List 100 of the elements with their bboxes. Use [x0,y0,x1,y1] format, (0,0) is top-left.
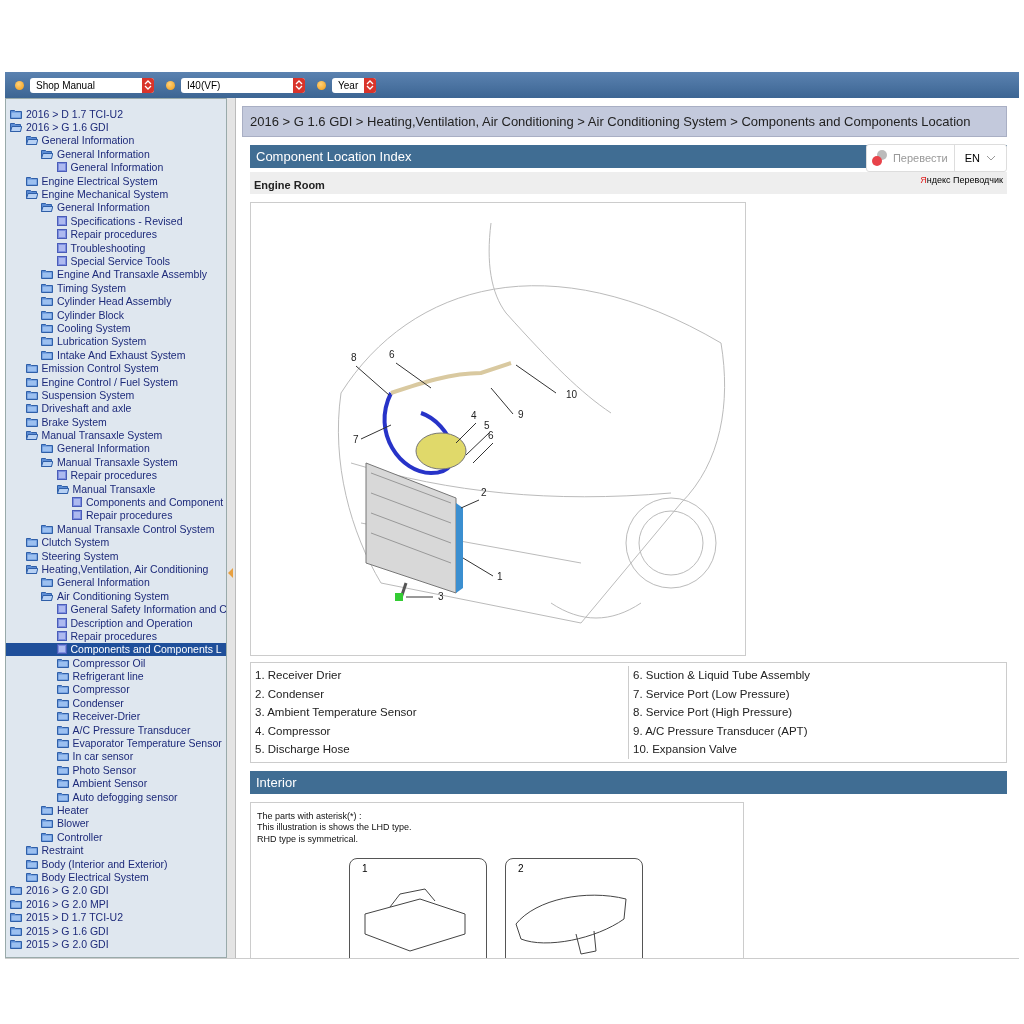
tree-item[interactable]: Special Service Tools [6,254,226,268]
tree-item[interactable]: Suspension System [6,388,226,402]
tree-item[interactable]: General Information [6,575,226,590]
collapse-handle-icon[interactable] [228,568,233,578]
tree-item[interactable]: Condenser [6,696,226,710]
folder-icon [25,537,38,548]
callout-number: 8 [351,352,357,363]
tree-item[interactable]: Photo Sensor [6,763,226,777]
dropdown[interactable]: Year [332,77,376,93]
legend-item: 5. Discharge Hose [255,742,351,757]
folder-icon [10,912,22,923]
tree-item[interactable]: General Information [6,441,226,456]
tree-item[interactable]: Description and Operation [6,615,226,630]
tree-item[interactable]: Auto defogging sensor [6,789,226,804]
dropdown[interactable]: I40(VF) [181,77,305,93]
callout-number: 9 [518,409,524,420]
tree-item[interactable]: Emission Control System [6,361,226,375]
tree-item[interactable]: Cylinder Block [6,307,226,322]
dot-icon [15,80,24,90]
dropdown[interactable]: Shop Manual [30,77,154,93]
tree-item[interactable]: Repair procedures [6,227,226,241]
open-folder-icon [25,135,38,146]
tree-item[interactable]: Manual Transaxle System [6,455,226,469]
tree-item[interactable]: Manual Transaxle [6,481,226,496]
tree-item[interactable]: Components and Components L [6,642,226,656]
tree-item[interactable]: Cooling System [6,321,226,335]
tree-item[interactable]: General Information [6,160,226,174]
document-icon [56,470,67,481]
tree-item[interactable]: In car sensor [6,749,226,764]
tree-item[interactable]: Engine And Transaxle Assembly [6,267,226,282]
tree-item[interactable]: General Information [6,147,226,161]
tree-item[interactable]: Clutch System [6,535,226,549]
tree-item[interactable]: Repair procedures [6,508,226,523]
tree-item[interactable]: Blower [6,816,226,831]
tree-item[interactable]: Troubleshooting [6,240,226,255]
tree-item[interactable]: Restraint [6,843,226,857]
document-icon [56,617,67,628]
tree-item[interactable]: Receiver-Drier [6,709,226,723]
tree-item[interactable]: 2016 > G 2.0 MPI [6,897,226,911]
leader-line [472,442,494,464]
tree-item[interactable]: Ambient Sensor [6,776,226,790]
folder-icon [41,577,53,588]
folder-icon [56,684,69,695]
tree-item[interactable]: Controller [6,830,226,844]
folder-icon [56,671,69,682]
tree-item[interactable]: 2016 > G 2.0 GDI [6,883,226,898]
dropdown-arrows-icon [364,77,376,93]
tree-item[interactable]: Compressor [6,682,226,697]
legend-item: 10. Expansion Valve [633,742,738,757]
dot-icon [317,80,326,90]
tree-item[interactable]: Steering System [6,548,226,563]
tree-item[interactable]: 2016 > D 1.7 TCI-U2 [6,107,226,121]
tree-item[interactable]: Repair procedures [6,629,226,643]
dropdown-arrows-icon [293,77,305,93]
tree-item[interactable]: Engine Electrical System [6,173,226,188]
leader-line [462,557,494,577]
tree-item[interactable]: Heater [6,803,226,817]
tree-item[interactable]: 2015 > G 2.0 GDI [6,937,226,951]
tree-item[interactable]: Manual Transaxle Control System [6,522,226,536]
tree-item[interactable]: Manual Transaxle System [6,428,226,442]
document-icon [56,644,67,655]
leader-line [455,422,477,444]
tree-item[interactable]: Evaporator Temperature Sensor [6,736,226,750]
tree-item[interactable]: Engine Mechanical System [6,187,226,201]
folder-icon [25,376,38,387]
tree-item[interactable]: General Information [6,200,226,215]
tree-item[interactable]: Body (Interior and Exterior) [6,856,226,871]
tree-item[interactable]: 2016 > G 1.6 GDI [6,120,226,134]
tree-item[interactable]: Air Conditioning System [6,589,226,603]
tree-item[interactable]: General Safety Information and C [6,602,226,616]
tree-item[interactable]: Heating,Ventilation, Air Conditioning [6,562,226,576]
folder-icon [41,309,53,320]
folder-icon [56,724,69,735]
tree-item[interactable]: Body Electrical System [6,870,226,884]
language-dropdown[interactable]: EN [958,151,1002,165]
tree-item[interactable]: Compressor Oil [6,656,226,670]
tree-item[interactable]: Refrigerant line [6,669,226,683]
tree-item[interactable]: Timing System [6,281,226,295]
callout-number: 1 [362,862,368,874]
tree-item[interactable]: Engine Control / Fuel System [6,374,226,389]
tree-item[interactable]: Specifications - Revised [6,214,226,228]
tree-item[interactable]: Intake And Exhaust System [6,348,226,362]
folder-icon [41,322,53,333]
tree-item[interactable]: Driveshaft and axle [6,401,226,415]
leader-line [465,432,490,456]
folder-icon [41,282,53,293]
tree-item[interactable]: A/C Pressure Transducer [6,722,226,737]
tree-item[interactable]: Lubrication System [6,334,226,349]
tree-item[interactable]: 2015 > G 1.6 GDI [6,923,226,938]
folder-icon [41,296,53,307]
tree-item[interactable]: Brake System [6,415,226,429]
legend-item: 8. Service Port (High Pressure) [633,705,794,720]
tree-item[interactable]: 2015 > D 1.7 TCI-U2 [6,910,226,924]
callout-number: 10 [566,389,578,400]
tree-item[interactable]: Components and Component [6,495,226,509]
tree-item[interactable]: General Information [6,133,226,148]
callout-number: 6 [488,430,494,441]
tree-item[interactable]: Repair procedures [6,468,226,482]
folder-icon [56,751,69,762]
tree-item[interactable]: Cylinder Head Assembly [6,294,226,308]
